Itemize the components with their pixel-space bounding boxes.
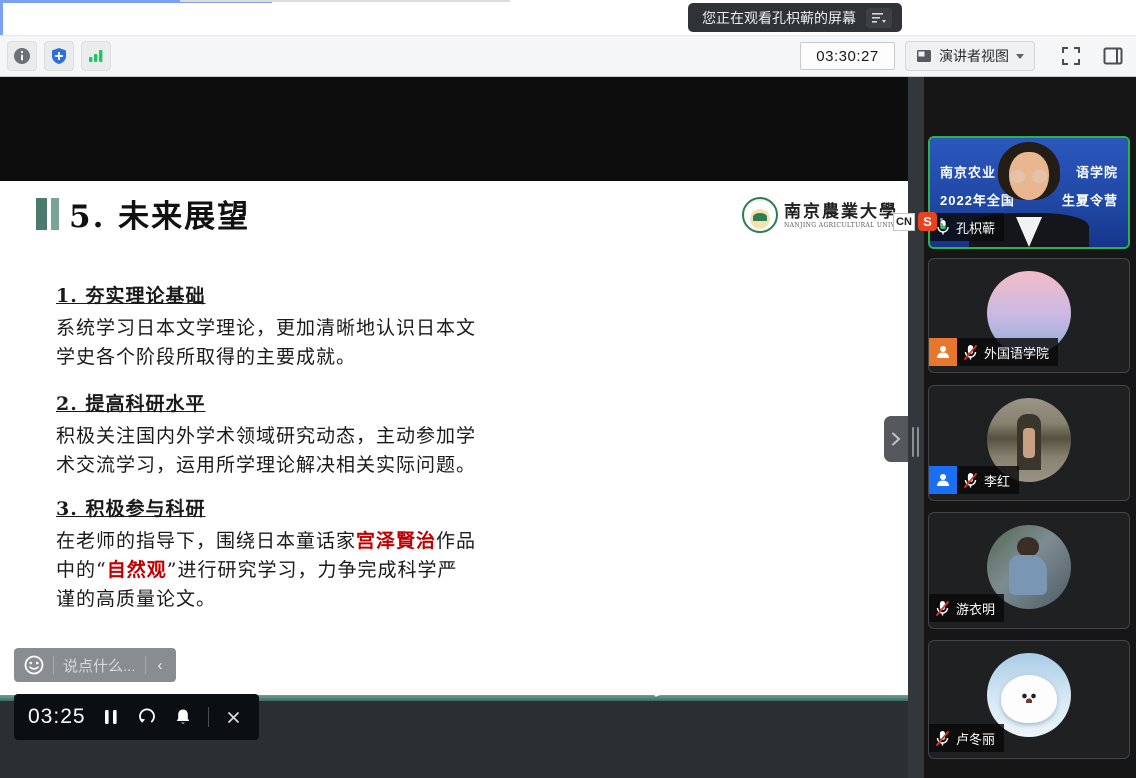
banner-text-1-left: 南京农业 [940,162,996,181]
chat-divider [53,656,54,674]
mic-muted-icon [935,730,950,747]
slide-section-3: 3. 积极参与科研 在老师的指导下，围绕日本童话家宫泽賢治作品 中的“自然观”进… [56,494,496,614]
section-3-heading: 3. 积极参与科研 [56,494,496,521]
ime-language-badge[interactable]: CN [893,213,915,231]
slide-arc-decoration [652,675,698,697]
participant-tile[interactable]: 外国语学院 [928,258,1130,373]
university-name-cn: 南京農業大學 [784,197,898,222]
slide-title: 5. 未来展望 [69,191,250,236]
mic-muted-icon [935,600,950,617]
banner-text-2-right: 生夏令营 [1062,190,1118,209]
watching-banner-text: 您正在观看孔枳蕲的屏幕 [702,8,856,28]
ime-more-dots[interactable] [940,218,943,226]
section-3-line-3: 谨的高质量论文。 [56,585,496,614]
presentation-slide: 5. 未来展望 南京農業大學 NANJING AGRICULTURAL UNIV… [0,181,908,695]
sidebar-divider [908,77,924,778]
list-menu-icon [871,12,887,24]
restart-icon [138,708,156,726]
section-1-line-2: 学史各个阶段所取得的主要成就。 [56,343,496,372]
view-mode-dropdown[interactable]: 演讲者视图 [905,41,1035,71]
section-2-heading: 2. 提高科研水平 [56,389,496,416]
host-badge-icon [929,338,957,366]
speaker-silhouette-head [990,142,1068,216]
pause-recording-button[interactable] [100,706,122,728]
participant-tile[interactable]: 李红 [928,385,1130,501]
info-icon [13,47,31,65]
slide-title-block: 5. 未来展望 [36,191,250,236]
shield-icon [50,47,68,65]
security-button[interactable] [44,41,74,71]
slide-section-1: 1. 夯实理论基础 系统学习日本文学理论，更加清晰地认识日本文 学史各个阶段所取… [56,281,496,372]
window-focus-line-left [0,0,3,35]
section-2-line-1: 积极关注国内外学术领域研究动态，主动参加学 [56,422,496,451]
bell-icon [175,708,191,726]
chat-input-placeholder[interactable]: 说点什么... [63,655,136,676]
cohost-badge-icon [929,466,957,494]
meeting-window: 您正在观看孔枳蕲的屏幕 [0,0,1136,778]
section-1-line-1: 系统学习日本文学理论，更加清晰地认识日本文 [56,314,496,343]
emoji-icon[interactable] [24,655,44,675]
chat-quick-bar[interactable]: 说点什么... ‹ [14,648,176,682]
toolbar: 03:30:27 演讲者视图 [0,35,1136,77]
university-logo: 南京農業大學 NANJING AGRICULTURAL UNIV [742,197,898,233]
fullscreen-icon [1061,46,1081,66]
recording-divider [208,707,209,727]
signal-bars-icon [87,48,105,64]
ime-engine-icon[interactable]: S [918,212,937,231]
chat-collapse-icon[interactable]: ‹ [155,657,166,674]
fullscreen-button[interactable] [1057,43,1085,69]
title-accent-bar-2 [51,198,59,230]
close-icon [227,711,240,724]
section-3-line-2: 中的“自然观”进行研究学习，力争完成科学严 [56,556,496,585]
slide-section-2: 2. 提高科研水平 积极关注国内外学术领域研究动态，主动参加学 术交流学习，运用… [56,389,496,480]
participant-tile-speaker[interactable]: 南京农业 语学院 2022年全国 生夏令营 [928,136,1130,249]
participant-name: 卢冬丽 [956,729,995,748]
watching-banner: 您正在观看孔枳蕲的屏幕 [688,3,902,32]
meeting-info-button[interactable] [7,41,37,71]
highlight-nature-view: 自然观 [107,559,167,581]
chevron-right-icon [891,432,901,446]
restart-recording-button[interactable] [136,706,158,728]
meeting-timer: 03:30:27 [800,42,895,70]
ime-indicator[interactable]: CN S [893,212,943,231]
section-2-line-2: 术交流学习，运用所学理论解决相关实际问题。 [56,451,496,480]
participant-name: 李红 [984,471,1010,490]
network-quality-button[interactable] [81,41,111,71]
side-panel-icon [1103,47,1123,65]
participant-name: 外国语学院 [984,343,1049,362]
participant-tile[interactable]: 卢冬丽 [928,640,1130,759]
sidebar-drag-handle[interactable] [912,427,919,457]
recording-time: 03:25 [28,705,86,729]
university-name-en: NANJING AGRICULTURAL UNIV [784,222,898,229]
meeting-timer-text: 03:30:27 [816,48,878,65]
mic-muted-icon [963,344,978,361]
titlebar: 您正在观看孔枳蕲的屏幕 [0,0,1136,35]
view-mode-label: 演讲者视图 [939,46,1009,66]
pause-icon [104,709,118,725]
section-1-heading: 1. 夯实理论基础 [56,281,496,308]
participant-tile[interactable]: 游衣明 [928,512,1130,629]
close-recording-bar-button[interactable] [223,706,245,728]
section-3-line-1: 在老师的指导下，围绕日本童话家宫泽賢治作品 [56,527,496,556]
chat-divider-2 [145,656,146,674]
sidebar-collapse-button[interactable] [884,416,908,462]
participant-name: 游衣明 [956,599,995,618]
recording-bar: 03:25 [14,694,259,740]
chevron-down-icon [1016,54,1024,59]
speaker-view-icon [916,49,932,63]
side-panel-toggle-button[interactable] [1099,43,1127,69]
banner-menu-button[interactable] [866,8,892,28]
shared-screen-stage: 5. 未来展望 南京農業大學 NANJING AGRICULTURAL UNIV… [0,77,908,778]
banner-text-1-right: 语学院 [1076,162,1118,181]
mic-muted-icon [963,472,978,489]
highlight-miyazawa-kenji: 宫泽賢治 [356,530,436,552]
participant-name: 孔枳蕲 [956,218,995,237]
notification-button[interactable] [172,706,194,728]
titlebar-divider [180,0,510,2]
participants-sidebar: 南京农业 语学院 2022年全国 生夏令营 [924,77,1136,778]
university-seal-icon [742,197,778,233]
title-accent-bar [36,198,47,230]
